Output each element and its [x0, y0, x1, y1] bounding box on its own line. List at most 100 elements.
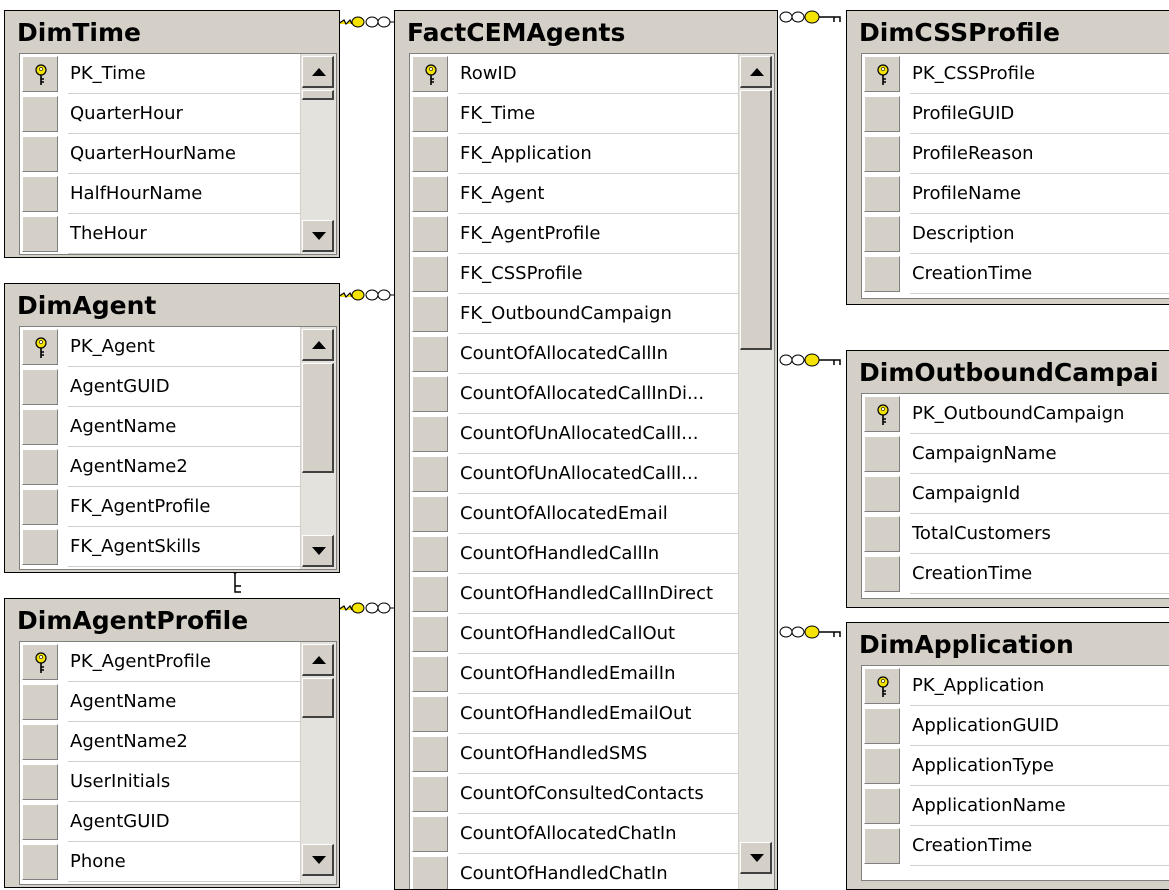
scroll-thumb[interactable]: [740, 90, 772, 350]
row-selector[interactable]: [22, 724, 58, 760]
row-selector[interactable]: [412, 176, 448, 212]
column-row[interactable]: AgentName2: [20, 447, 336, 487]
row-selector[interactable]: [22, 489, 58, 525]
column-row[interactable]: CreationTime: [862, 826, 1169, 866]
scroll-up-button[interactable]: [302, 644, 334, 676]
column-row[interactable]: PK_Time: [20, 54, 336, 94]
column-row[interactable]: PK_Application: [862, 666, 1169, 706]
row-selector[interactable]: [864, 828, 900, 864]
row-selector[interactable]: [22, 56, 58, 92]
column-row[interactable]: ApplicationType: [862, 746, 1169, 786]
column-row[interactable]: CountOfUnAllocatedCallI...: [410, 414, 774, 454]
scroll-down-button[interactable]: [302, 220, 334, 252]
row-selector[interactable]: [22, 764, 58, 800]
column-row[interactable]: PK_CSSProfile: [862, 54, 1169, 94]
row-selector[interactable]: [412, 56, 448, 92]
column-row[interactable]: CountOfHandledSMS: [410, 734, 774, 774]
column-row[interactable]: QuarterHour: [20, 94, 336, 134]
column-row[interactable]: UserInitials: [20, 762, 336, 802]
row-selector[interactable]: [412, 856, 448, 889]
column-row[interactable]: ApplicationName: [862, 786, 1169, 826]
column-row[interactable]: FK_AgentProfile: [20, 487, 336, 527]
column-row[interactable]: AgentName: [20, 682, 336, 722]
row-selector[interactable]: [22, 644, 58, 680]
column-row[interactable]: PK_AgentProfile: [20, 642, 336, 682]
scroll-up-button[interactable]: [302, 56, 334, 88]
row-selector[interactable]: [864, 708, 900, 744]
column-row[interactable]: CountOfUnAllocatedCallI...: [410, 454, 774, 494]
row-selector[interactable]: [412, 416, 448, 452]
table-dimagent[interactable]: DimAgent PK_Agent AgentGUID AgentName Agent…: [4, 283, 340, 573]
table-dimtime[interactable]: DimTime PK_Time QuarterHour QuarterHourNam…: [4, 10, 340, 258]
scroll-up-button[interactable]: [302, 329, 334, 361]
row-selector[interactable]: [412, 536, 448, 572]
column-row[interactable]: FK_Application: [410, 134, 774, 174]
column-row[interactable]: AgentName2: [20, 722, 336, 762]
table-dimcssprofile[interactable]: DimCSSProfile PK_CSSProfile ProfileGUID Pr…: [846, 10, 1169, 305]
vertical-scrollbar[interactable]: [738, 54, 774, 889]
column-row[interactable]: FK_Agent: [410, 174, 774, 214]
column-row[interactable]: CountOfConsultedContacts: [410, 774, 774, 814]
column-row[interactable]: CountOfAllocatedEmail: [410, 494, 774, 534]
column-row[interactable]: FK_Time: [410, 94, 774, 134]
column-row[interactable]: ProfileName: [862, 174, 1169, 214]
row-selector[interactable]: [864, 436, 900, 472]
row-selector[interactable]: [864, 216, 900, 252]
row-selector[interactable]: [864, 56, 900, 92]
column-row[interactable]: ProfileGUID: [862, 94, 1169, 134]
table-dimoutboundcampaign[interactable]: DimOutboundCampai PK_OutboundCampaign Cam…: [846, 350, 1169, 608]
column-row[interactable]: CreationTime: [862, 254, 1169, 294]
row-selector[interactable]: [22, 409, 58, 445]
scroll-thumb[interactable]: [302, 363, 334, 473]
row-selector[interactable]: [412, 776, 448, 812]
row-selector[interactable]: [22, 216, 58, 252]
column-row[interactable]: CountOfAllocatedChatIn: [410, 814, 774, 854]
column-row[interactable]: Description: [862, 214, 1169, 254]
row-selector[interactable]: [22, 176, 58, 212]
row-selector[interactable]: [864, 136, 900, 172]
row-selector[interactable]: [412, 456, 448, 492]
column-row[interactable]: FK_AgentProfile: [410, 214, 774, 254]
column-row[interactable]: RowID: [410, 54, 774, 94]
table-dimapplication[interactable]: DimApplication PK_Application Application…: [846, 622, 1169, 890]
column-row[interactable]: CountOfHandledCallInDirect: [410, 574, 774, 614]
column-row[interactable]: FK_OutboundCampaign: [410, 294, 774, 334]
row-selector[interactable]: [412, 136, 448, 172]
column-row[interactable]: CreationTime: [862, 554, 1169, 594]
row-selector[interactable]: [412, 576, 448, 612]
row-selector[interactable]: [864, 668, 900, 704]
scroll-up-button[interactable]: [740, 56, 772, 88]
row-selector[interactable]: [412, 96, 448, 132]
column-row[interactable]: CountOfHandledCallOut: [410, 614, 774, 654]
row-selector[interactable]: [412, 656, 448, 692]
scroll-thumb[interactable]: [302, 90, 334, 100]
column-row[interactable]: AgentGUID: [20, 367, 336, 407]
table-factcemagents[interactable]: FactCEMAgents RowID FK_Time FK_Application…: [394, 10, 778, 890]
row-selector[interactable]: [412, 816, 448, 852]
row-selector[interactable]: [22, 329, 58, 365]
column-row[interactable]: CountOfAllocatedCallInDi...: [410, 374, 774, 414]
row-selector[interactable]: [412, 336, 448, 372]
scroll-down-button[interactable]: [740, 842, 772, 874]
column-row[interactable]: FK_AgentSkills: [20, 527, 336, 567]
column-row[interactable]: CampaignId: [862, 474, 1169, 514]
row-selector[interactable]: [864, 516, 900, 552]
column-row[interactable]: CountOfHandledEmailOut: [410, 694, 774, 734]
column-row[interactable]: TheHour: [20, 214, 336, 254]
column-row[interactable]: ProfileReason: [862, 134, 1169, 174]
column-row[interactable]: ApplicationGUID: [862, 706, 1169, 746]
row-selector[interactable]: [864, 476, 900, 512]
row-selector[interactable]: [22, 449, 58, 485]
row-selector[interactable]: [412, 696, 448, 732]
scroll-down-button[interactable]: [302, 535, 334, 567]
column-row[interactable]: CountOfHandledEmailIn: [410, 654, 774, 694]
row-selector[interactable]: [22, 369, 58, 405]
row-selector[interactable]: [22, 136, 58, 172]
column-row[interactable]: CountOfHandledCallIn: [410, 534, 774, 574]
scroll-down-button[interactable]: [302, 844, 334, 876]
row-selector[interactable]: [22, 684, 58, 720]
column-row[interactable]: Phone: [20, 842, 336, 882]
row-selector[interactable]: [412, 296, 448, 332]
column-row[interactable]: TotalCustomers: [862, 514, 1169, 554]
row-selector[interactable]: [864, 748, 900, 784]
